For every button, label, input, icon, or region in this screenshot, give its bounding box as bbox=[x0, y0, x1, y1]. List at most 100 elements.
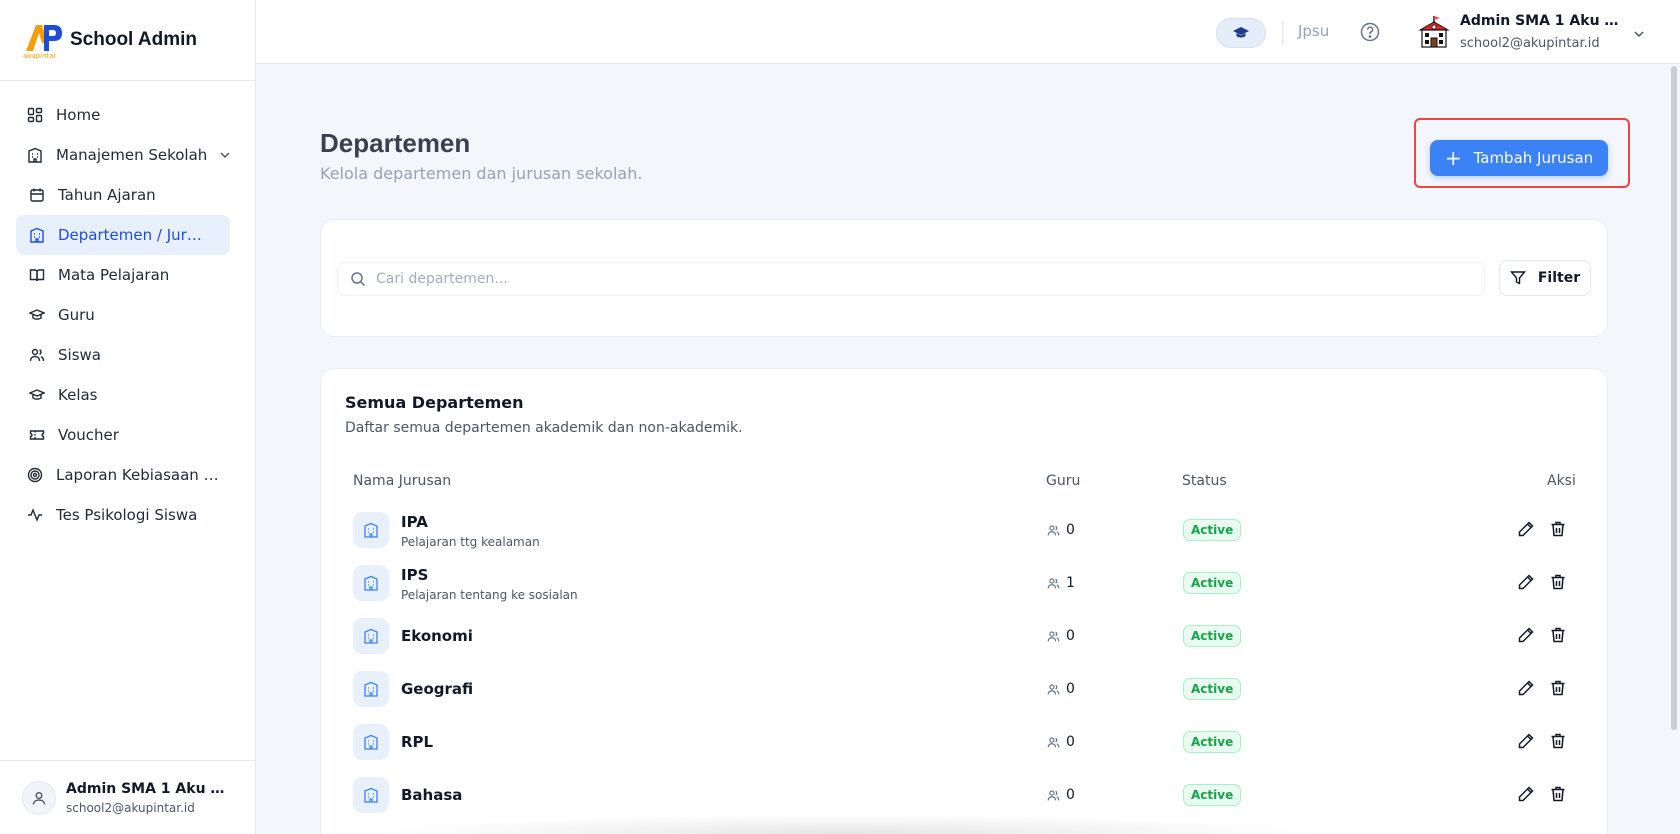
trash-icon[interactable] bbox=[1549, 573, 1569, 593]
search-card: Filter bbox=[320, 219, 1608, 337]
users-icon bbox=[1047, 736, 1060, 747]
school-avatar-icon[interactable] bbox=[1416, 14, 1452, 50]
sidebar-item-tes-psikologi[interactable]: Tes Psikologi Siswa bbox=[0, 495, 255, 535]
trash-icon[interactable] bbox=[1549, 732, 1569, 752]
activity-icon bbox=[26, 506, 44, 524]
add-jurusan-button[interactable]: + Tambah Jurusan bbox=[1430, 140, 1608, 176]
sidebar-item-mata-pelajaran[interactable]: Mata Pelajaran bbox=[16, 255, 230, 295]
sidebar-item-label: Departemen / Jurusan bbox=[58, 226, 204, 244]
department-name: IPS bbox=[401, 566, 429, 584]
header-divider bbox=[1282, 21, 1283, 45]
trash-icon[interactable] bbox=[1549, 626, 1569, 646]
chevron-down-icon[interactable] bbox=[1632, 26, 1646, 40]
guru-count: 1 bbox=[1047, 575, 1075, 591]
edit-icon[interactable] bbox=[1517, 732, 1537, 752]
edit-icon[interactable] bbox=[1517, 679, 1537, 699]
table-row[interactable]: Ekonomi 0 Active bbox=[353, 610, 1577, 663]
sidebar-item-home[interactable]: Home bbox=[0, 95, 255, 135]
sidebar-item-label: Mata Pelajaran bbox=[58, 266, 170, 284]
table-row[interactable]: Geografi 0 Active bbox=[353, 663, 1577, 716]
trash-icon[interactable] bbox=[1549, 679, 1569, 699]
column-header-name: Nama Jurusan bbox=[353, 473, 452, 489]
footer-user-email: school2@akupintar.id bbox=[66, 800, 195, 815]
trash-icon[interactable] bbox=[1549, 520, 1569, 540]
book-icon bbox=[28, 266, 46, 284]
jpsu-link[interactable]: Jpsu bbox=[1298, 22, 1329, 40]
department-name: Geografi bbox=[401, 680, 474, 698]
status-badge: Active bbox=[1183, 572, 1242, 594]
search-input[interactable] bbox=[376, 271, 1456, 287]
building-icon bbox=[353, 565, 389, 601]
guru-count-value: 0 bbox=[1066, 787, 1075, 803]
status-badge: Active bbox=[1183, 625, 1242, 647]
graduation-cap-icon bbox=[28, 386, 46, 404]
trash-icon[interactable] bbox=[1549, 785, 1569, 805]
page-scrollbar[interactable] bbox=[1671, 66, 1677, 730]
user-avatar-icon bbox=[22, 780, 56, 815]
add-button-label: Tambah Jurusan bbox=[1473, 149, 1594, 167]
department-name: Ekonomi bbox=[401, 627, 473, 645]
department-name: RPL bbox=[401, 733, 434, 751]
grid-icon bbox=[26, 106, 44, 124]
graduation-cap-icon[interactable] bbox=[1216, 18, 1266, 48]
sidebar-item-siswa[interactable]: Siswa bbox=[16, 335, 230, 375]
search-icon bbox=[351, 272, 366, 287]
sidebar-item-laporan[interactable]: Laporan Kebiasaan Siswa bbox=[0, 455, 255, 495]
table-title: Semua Departemen bbox=[345, 393, 524, 412]
building-icon bbox=[28, 226, 46, 244]
help-icon[interactable] bbox=[1360, 22, 1380, 42]
chevron-down-icon[interactable] bbox=[219, 148, 233, 162]
sidebar-item-tahun-ajaran[interactable]: Tahun Ajaran bbox=[16, 175, 230, 215]
page-title: Departemen bbox=[320, 128, 471, 158]
building-icon bbox=[353, 618, 389, 654]
table-row[interactable]: IPA Pelajaran ttg kealaman 0 Active bbox=[353, 504, 1577, 557]
sidebar-submenu: Tahun Ajaran Departemen / Jurusan Mata P… bbox=[0, 175, 255, 455]
floating-shadow bbox=[370, 814, 1320, 834]
sidebar-item-guru[interactable]: Guru bbox=[16, 295, 230, 335]
filter-button[interactable]: Filter bbox=[1499, 260, 1591, 296]
header-user-name[interactable]: Admin SMA 1 Aku Pintar bbox=[1460, 13, 1624, 29]
sidebar-item-departemen[interactable]: Departemen / Jurusan bbox=[16, 215, 230, 255]
brand[interactable]: akupintar School Admin bbox=[0, 0, 255, 81]
sidebar-item-manajemen-sekolah[interactable]: Manajemen Sekolah bbox=[0, 135, 255, 175]
sidebar-item-label: Siswa bbox=[58, 346, 101, 364]
guru-count: 0 bbox=[1047, 681, 1075, 697]
edit-icon[interactable] bbox=[1517, 520, 1537, 540]
guru-count-value: 0 bbox=[1066, 681, 1075, 697]
sidebar-item-label: Laporan Kebiasaan Siswa bbox=[56, 466, 226, 484]
top-header: Jpsu Admin SMA 1 Aku Pintar school2@akup… bbox=[256, 0, 1680, 64]
status-badge: Active bbox=[1183, 731, 1242, 753]
edit-icon[interactable] bbox=[1517, 626, 1537, 646]
filter-icon bbox=[1509, 271, 1526, 285]
edit-icon[interactable] bbox=[1517, 573, 1537, 593]
sidebar-item-kelas[interactable]: Kelas bbox=[16, 375, 230, 415]
guru-count-value: 1 bbox=[1066, 575, 1075, 591]
status-badge: Active bbox=[1183, 784, 1242, 806]
users-icon bbox=[1047, 524, 1060, 535]
guru-count-value: 0 bbox=[1066, 522, 1075, 538]
sidebar: akupintar School Admin Home Manajemen Se… bbox=[0, 0, 256, 834]
sidebar-item-label: Voucher bbox=[58, 426, 119, 444]
users-icon bbox=[1047, 789, 1060, 800]
sidebar-item-label: Kelas bbox=[58, 386, 98, 404]
footer-user-name: Admin SMA 1 Aku Pintar bbox=[66, 780, 226, 797]
table-row[interactable]: IPS Pelajaran tentang ke sosialan 1 Acti… bbox=[353, 557, 1577, 610]
guru-count: 0 bbox=[1047, 522, 1075, 538]
building-icon bbox=[353, 512, 389, 548]
target-icon bbox=[26, 466, 44, 484]
table-row[interactable]: RPL 0 Active bbox=[353, 716, 1577, 769]
sidebar-item-voucher[interactable]: Voucher bbox=[16, 415, 230, 455]
department-name: Bahasa bbox=[401, 786, 463, 804]
sidebar-user-profile[interactable]: Admin SMA 1 Aku Pintar school2@akupintar… bbox=[0, 760, 255, 834]
status-badge: Active bbox=[1183, 678, 1242, 700]
sidebar-nav: Home Manajemen Sekolah Tahun Ajaran Depa… bbox=[0, 81, 255, 535]
sidebar-item-label: Home bbox=[56, 106, 101, 124]
edit-icon[interactable] bbox=[1517, 785, 1537, 805]
guru-count: 0 bbox=[1047, 734, 1075, 750]
app-title: School Admin bbox=[70, 29, 198, 50]
header-user-email: school2@akupintar.id bbox=[1460, 36, 1600, 51]
sidebar-item-label: Tes Psikologi Siswa bbox=[56, 506, 198, 524]
users-icon bbox=[1047, 630, 1060, 641]
sidebar-item-label: Guru bbox=[58, 306, 95, 324]
search-field[interactable] bbox=[337, 262, 1485, 296]
